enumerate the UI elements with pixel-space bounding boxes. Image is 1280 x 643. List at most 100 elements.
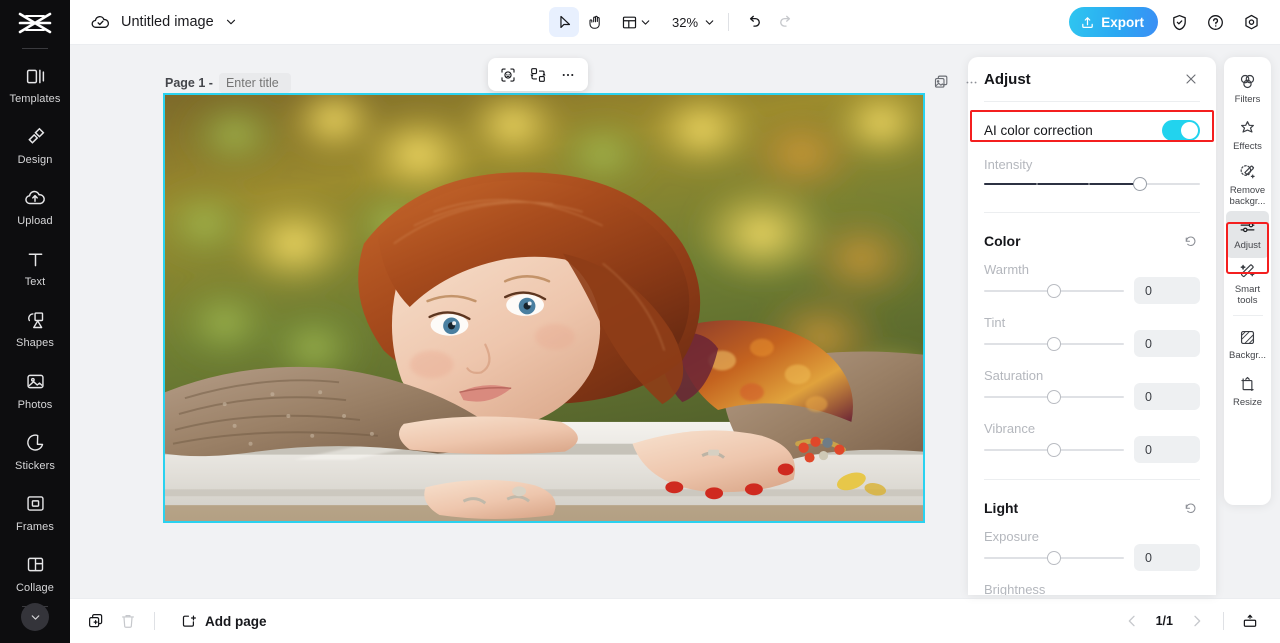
settings-icon[interactable] bbox=[1236, 7, 1266, 37]
ellipsis-icon[interactable] bbox=[554, 61, 582, 88]
document-title[interactable]: Untitled image bbox=[121, 14, 214, 30]
warmth-value: 0 bbox=[1145, 283, 1152, 298]
expand-panel-button[interactable] bbox=[1236, 607, 1264, 635]
exposure-value-box[interactable]: 0 bbox=[1134, 544, 1200, 571]
ellipsis-icon[interactable] bbox=[960, 71, 982, 93]
document-info: Untitled image bbox=[70, 12, 238, 33]
saturation-control: Saturation 0 bbox=[984, 368, 1200, 410]
tint-value-box[interactable]: 0 bbox=[1134, 330, 1200, 357]
reset-icon[interactable] bbox=[1180, 231, 1200, 251]
undo-button[interactable] bbox=[739, 7, 769, 37]
slider-tick bbox=[1035, 183, 1038, 185]
tint-slider[interactable] bbox=[984, 332, 1124, 356]
saturation-value: 0 bbox=[1145, 389, 1152, 404]
sidebar-item-templates[interactable]: Templates bbox=[0, 55, 70, 116]
chevron-down-icon[interactable] bbox=[224, 15, 238, 29]
reset-icon[interactable] bbox=[1180, 498, 1200, 518]
warmth-slider[interactable] bbox=[984, 279, 1124, 303]
warmth-slider-row: 0 bbox=[984, 277, 1200, 304]
vibrance-slider-row: 0 bbox=[984, 436, 1200, 463]
saturation-value-box[interactable]: 0 bbox=[1134, 383, 1200, 410]
help-circle-icon[interactable] bbox=[1200, 7, 1230, 37]
panel-title: Adjust bbox=[984, 70, 1031, 88]
add-page-button[interactable]: Add page bbox=[173, 609, 275, 634]
sidebar-item-collage[interactable]: Collage bbox=[0, 543, 70, 604]
intensity-slider[interactable] bbox=[984, 172, 1200, 196]
sidebar-item-label: Upload bbox=[17, 215, 53, 228]
exposure-slider[interactable] bbox=[984, 546, 1124, 570]
rail-item-background[interactable]: Backgr... bbox=[1226, 321, 1269, 368]
delete-page-button[interactable] bbox=[114, 607, 142, 635]
vibrance-value: 0 bbox=[1145, 442, 1152, 457]
background-icon bbox=[1238, 328, 1257, 347]
adjust-panel: Adjust AI color correction Intensity Col… bbox=[968, 57, 1216, 595]
layout-menu-button[interactable] bbox=[619, 14, 654, 31]
redo-button[interactable] bbox=[771, 7, 801, 37]
tint-value: 0 bbox=[1145, 336, 1152, 351]
sidebar-item-design[interactable]: Design bbox=[0, 116, 70, 177]
sidebar-item-shapes[interactable]: Shapes bbox=[0, 299, 70, 360]
tint-control: Tint 0 bbox=[984, 315, 1200, 357]
frames-icon bbox=[25, 493, 46, 515]
sidebar-item-label: Shapes bbox=[16, 337, 54, 350]
remove-background-icon bbox=[1238, 163, 1257, 182]
filters-icon bbox=[1238, 72, 1257, 91]
capcut-logo[interactable] bbox=[13, 9, 57, 38]
shield-check-icon[interactable] bbox=[1164, 7, 1194, 37]
bottom-divider bbox=[154, 612, 155, 630]
duplicate-page-icon[interactable] bbox=[82, 607, 110, 635]
sidebar-expand-button[interactable] bbox=[21, 603, 49, 631]
hand-tool-button[interactable] bbox=[581, 7, 611, 37]
saturation-label: Saturation bbox=[984, 368, 1044, 383]
copy-image-icon[interactable] bbox=[930, 71, 952, 93]
vibrance-value-box[interactable]: 0 bbox=[1134, 436, 1200, 463]
slider-handle[interactable] bbox=[1047, 283, 1061, 298]
sidebar-item-text[interactable]: Text bbox=[0, 238, 70, 299]
canvas-photo bbox=[165, 95, 923, 521]
right-tool-rail: Filters Effects Remove backgr... Adjust … bbox=[1224, 57, 1271, 505]
rail-item-smart-tools[interactable]: Smart tools bbox=[1226, 258, 1269, 310]
face-crop-icon[interactable] bbox=[494, 61, 522, 88]
intensity-label: Intensity bbox=[984, 157, 1033, 172]
ai-color-correction-toggle[interactable] bbox=[1162, 119, 1200, 141]
export-button[interactable]: Export bbox=[1069, 7, 1158, 37]
page-title-input[interactable] bbox=[218, 73, 291, 93]
image-float-toolbar bbox=[488, 58, 588, 91]
select-tool-button[interactable] bbox=[549, 7, 579, 37]
slider-handle[interactable] bbox=[1132, 177, 1147, 191]
upload-icon bbox=[1080, 15, 1095, 30]
add-page-label: Add page bbox=[205, 613, 267, 629]
prev-page-button[interactable] bbox=[1118, 607, 1146, 635]
exposure-control: Exposure 0 bbox=[984, 529, 1200, 571]
warmth-value-box[interactable]: 0 bbox=[1134, 277, 1200, 304]
next-page-button[interactable] bbox=[1183, 607, 1211, 635]
rail-item-effects[interactable]: Effects bbox=[1226, 112, 1269, 159]
brightness-control: Brightness 0 bbox=[984, 582, 1200, 595]
sidebar-item-upload[interactable]: Upload bbox=[0, 177, 70, 238]
zoom-control[interactable]: 32% bbox=[666, 15, 718, 30]
vibrance-slider[interactable] bbox=[984, 438, 1124, 462]
sidebar-item-label: Collage bbox=[15, 581, 54, 594]
swap-icon[interactable] bbox=[524, 61, 552, 88]
slider-handle[interactable] bbox=[1047, 550, 1061, 565]
zoom-level-value: 32% bbox=[671, 14, 699, 30]
adjust-panel-body: AI color correction Intensity Color Warm… bbox=[968, 114, 1216, 595]
rail-item-resize[interactable]: Resize bbox=[1226, 368, 1269, 415]
selected-image-frame[interactable] bbox=[163, 93, 925, 523]
brightness-label: Brightness bbox=[984, 582, 1046, 595]
sidebar-item-frames[interactable]: Frames bbox=[0, 482, 70, 543]
sidebar-item-stickers[interactable]: Stickers bbox=[0, 421, 70, 482]
exposure-value: 0 bbox=[1145, 550, 1152, 565]
close-icon[interactable] bbox=[1180, 68, 1202, 90]
rail-item-remove-background[interactable]: Remove backgr... bbox=[1226, 159, 1269, 211]
slider-handle[interactable] bbox=[1047, 336, 1061, 351]
slider-handle[interactable] bbox=[1047, 389, 1061, 404]
rail-item-adjust[interactable]: Adjust bbox=[1226, 211, 1269, 258]
slider-handle[interactable] bbox=[1047, 442, 1061, 457]
rail-item-filters[interactable]: Filters bbox=[1226, 65, 1269, 112]
saturation-slider[interactable] bbox=[984, 385, 1124, 409]
canvas-tool-group: 32% bbox=[549, 7, 801, 37]
sidebar-item-photos[interactable]: Photos bbox=[0, 360, 70, 421]
warmth-control: Warmth 0 bbox=[984, 262, 1200, 304]
cloud-saved-icon[interactable] bbox=[90, 12, 111, 33]
